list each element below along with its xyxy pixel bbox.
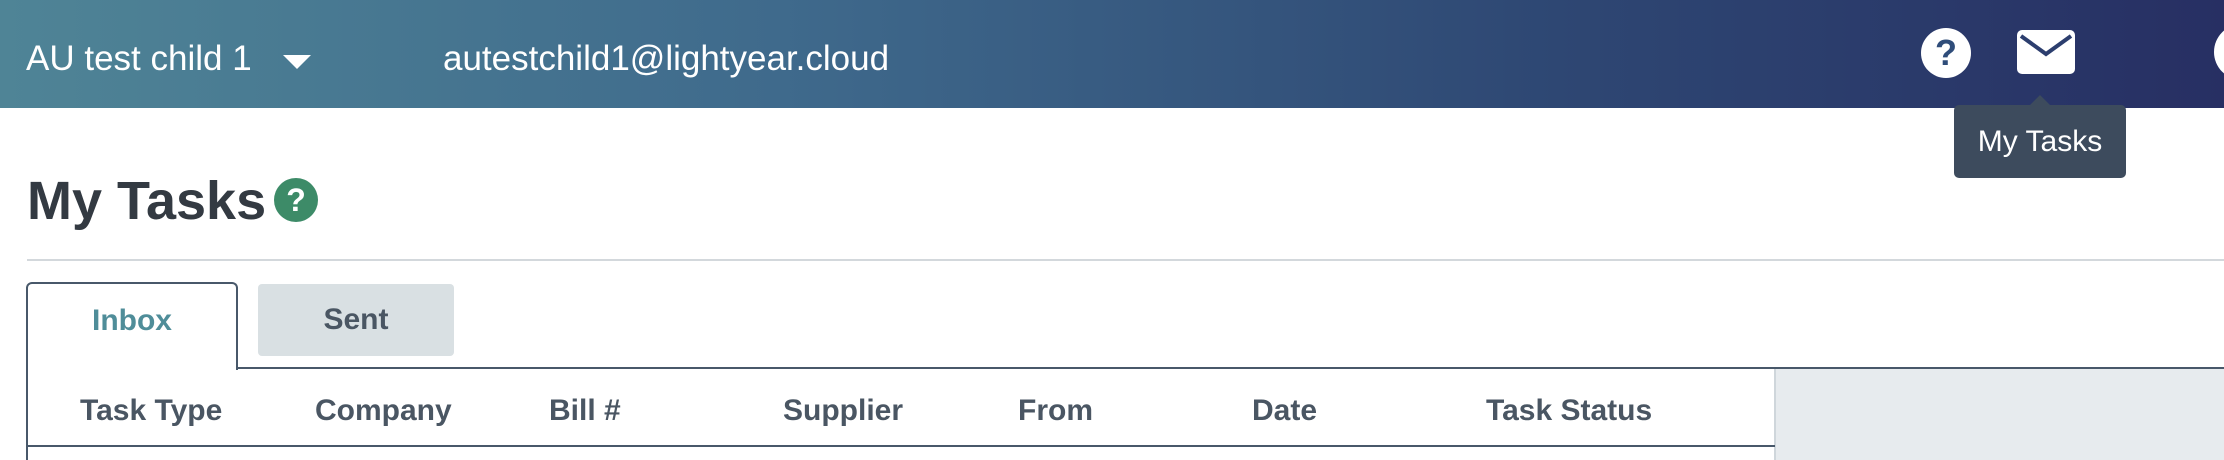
column-header-date[interactable]: Date xyxy=(1252,391,1317,431)
column-header-task-status[interactable]: Task Status xyxy=(1486,391,1652,431)
top-navigation-bar: AU test child 1 autestchild1@lightyear.c… xyxy=(0,0,2224,108)
my-tasks-tooltip: My Tasks xyxy=(1954,95,2126,178)
column-header-task-type[interactable]: Task Type xyxy=(80,391,222,431)
tab-sent[interactable]: Sent xyxy=(258,284,454,356)
company-switcher-label[interactable]: AU test child 1 xyxy=(26,38,252,80)
page-help-icon[interactable]: ? xyxy=(274,178,318,222)
table-header-divider xyxy=(26,445,1775,447)
mail-icon[interactable] xyxy=(2017,30,2075,74)
user-avatar[interactable] xyxy=(2214,24,2224,80)
column-header-from[interactable]: From xyxy=(1018,391,1093,431)
chevron-down-icon[interactable] xyxy=(283,55,311,69)
title-divider xyxy=(27,259,2224,261)
help-icon[interactable]: ? xyxy=(1921,28,1971,78)
page-title: My Tasks xyxy=(27,171,267,231)
side-panel xyxy=(1774,369,2224,460)
tab-inbox[interactable]: Inbox xyxy=(26,282,238,370)
column-header-supplier[interactable]: Supplier xyxy=(783,391,903,431)
column-header-bill-number[interactable]: Bill # xyxy=(549,391,621,431)
user-email: autestchild1@lightyear.cloud xyxy=(443,39,890,78)
column-header-company[interactable]: Company xyxy=(315,391,452,431)
